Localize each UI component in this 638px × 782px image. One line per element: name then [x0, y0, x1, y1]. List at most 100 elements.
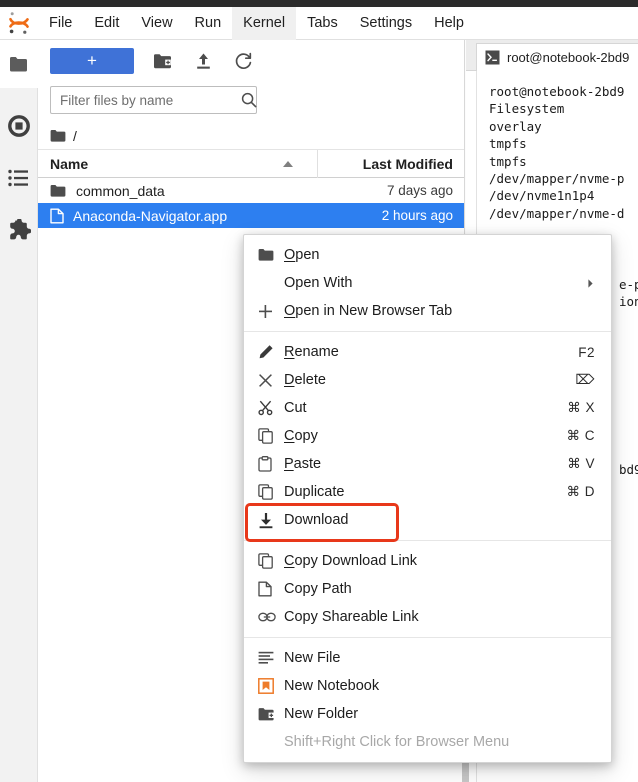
jupyterlab-window: File Edit View Run Kernel Tabs Settings Help	[0, 0, 638, 782]
close-x-icon	[258, 373, 284, 388]
terminal-line: root@notebook-2bd9	[489, 84, 625, 99]
terminal-line: overlay	[489, 118, 542, 134]
terminal-icon	[485, 50, 500, 65]
menu-item-label: Rename	[284, 344, 339, 360]
menu-item-label: Duplicate	[284, 484, 345, 500]
menu-item-shortcut: ⌘ C	[566, 428, 595, 443]
breadcrumb-folder-icon	[50, 129, 67, 143]
column-header-name-label: Name	[50, 155, 89, 172]
sort-ascending-icon	[283, 160, 293, 167]
search-icon	[241, 92, 265, 108]
file-row-modified-label: 7 days ago	[386, 183, 453, 198]
menubar-item-kernel[interactable]: Kernel	[232, 6, 297, 40]
file-list: common_data 7 days ago Anaconda-Navigator.…	[38, 178, 464, 228]
terminal-line-fragment: ion	[619, 294, 638, 310]
menu-item-duplicate[interactable]: Duplicate ⌘ D	[244, 478, 611, 506]
menu-item-new-notebook[interactable]: New Notebook	[244, 672, 611, 700]
column-header-name[interactable]: Name	[38, 149, 318, 178]
terminal-line: /dev/mapper/nvme-d	[489, 205, 625, 221]
menubar-item-view[interactable]: View	[130, 7, 183, 40]
menu-item-new-folder[interactable]: New Folder	[244, 700, 611, 728]
tab-terminal[interactable]: root@notebook-2bd9	[476, 43, 638, 71]
menu-item-new-file[interactable]: New File	[244, 644, 611, 672]
clipboard-icon	[258, 456, 284, 472]
menu-item-copy[interactable]: Copy ⌘ C	[244, 422, 611, 450]
tab-terminal-label: root@notebook-2bd9	[507, 50, 630, 65]
file-row-modified-label: 2 hours ago	[381, 208, 453, 223]
column-header-last-modified[interactable]: Last Modified	[318, 150, 464, 178]
menu-item-shortcut: ⌘ X	[567, 400, 595, 415]
new-launcher-button[interactable]: +	[50, 48, 134, 74]
breadcrumb-path: /	[73, 127, 77, 144]
activity-bar-top	[0, 40, 38, 88]
menu-item-cut[interactable]: Cut ⌘ X	[244, 394, 611, 422]
menu-item-rename[interactable]: Rename F2	[244, 338, 611, 366]
menu-item-shift-right-click-for-browser-menu: Shift+Right Click for Browser Menu	[244, 728, 611, 756]
menu-separator	[244, 540, 611, 541]
search-input[interactable]	[51, 92, 241, 108]
plus-icon	[258, 304, 284, 319]
menu-separator	[244, 637, 611, 638]
file-row-name-cell: common_data	[38, 183, 318, 199]
file-browser-toolbar: +	[38, 40, 464, 82]
folder-icon	[258, 248, 284, 262]
menu-item-open-with[interactable]: Open With	[244, 269, 611, 297]
notebook-icon	[258, 678, 284, 694]
file-filter-box[interactable]	[50, 86, 257, 114]
breadcrumb[interactable]: /	[38, 122, 464, 150]
main-menubar: File Edit View Run Kernel Tabs Settings Help	[0, 6, 638, 40]
terminal-line: /dev/mapper/nvme-p	[489, 171, 625, 187]
menu-item-download[interactable]: Download	[244, 503, 611, 542]
link-icon	[258, 611, 284, 623]
menu-item-label: Download	[284, 512, 349, 528]
commands-list-icon[interactable]	[0, 152, 38, 204]
menu-item-label: Paste	[284, 456, 322, 472]
copy-icon	[258, 553, 284, 569]
menu-item-delete[interactable]: Delete ⌦	[244, 366, 611, 394]
jupyter-logo-icon	[0, 7, 38, 40]
terminal-line: Filesystem	[489, 101, 565, 117]
table-row[interactable]: common_data 7 days ago	[38, 178, 464, 203]
file-browser-icon[interactable]	[9, 56, 29, 73]
menu-item-open-in-new-browser-tab[interactable]: Open in New Browser Tab	[244, 297, 611, 325]
menu-separator	[244, 331, 611, 332]
upload-icon[interactable]	[183, 47, 223, 75]
menu-item-label: Cut	[284, 400, 307, 416]
table-row[interactable]: Anaconda-Navigator.app 2 hours ago	[38, 203, 464, 228]
file-row-name-cell: Anaconda-Navigator.app	[38, 208, 318, 224]
menubar-item-help[interactable]: Help	[423, 7, 475, 40]
menu-item-label: Open With	[284, 275, 353, 291]
activity-bar-items	[0, 100, 38, 256]
new-folder-icon	[258, 707, 284, 722]
menubar-item-file[interactable]: File	[38, 7, 83, 40]
folder-icon	[50, 184, 67, 198]
terminal-line: tmpfs	[489, 136, 527, 152]
menu-item-open[interactable]: Open	[244, 241, 611, 269]
terminal-line-fragment: bd9	[619, 461, 638, 477]
file-list-header: Name Last Modified	[38, 149, 464, 178]
terminal-line-fragment: e-p	[619, 277, 638, 292]
menu-item-shortcut: ⌘ D	[566, 484, 595, 499]
menu-item-copy-path[interactable]: Copy Path	[244, 575, 611, 603]
menu-item-paste[interactable]: Paste ⌘ V	[244, 450, 611, 478]
refresh-icon[interactable]	[223, 47, 263, 75]
copy-icon	[258, 428, 284, 444]
scissors-icon	[258, 400, 284, 416]
menubar-item-edit[interactable]: Edit	[83, 7, 130, 40]
menu-item-shortcut: ⌦	[575, 372, 595, 387]
menu-item-copy-download-link[interactable]: Copy Download Link	[244, 547, 611, 575]
menubar-item-settings[interactable]: Settings	[349, 7, 423, 40]
download-icon	[258, 512, 284, 529]
menu-item-shortcut: ⌘ V	[567, 456, 595, 471]
menu-item-label: Open	[284, 247, 320, 263]
menu-item-shortcut: F2	[578, 344, 595, 360]
menu-item-label: New Folder	[284, 706, 359, 722]
running-terminals-icon[interactable]	[0, 100, 38, 152]
new-folder-icon[interactable]	[143, 47, 183, 75]
extensions-puzzle-icon[interactable]	[0, 204, 38, 256]
menu-item-copy-shareable-link[interactable]: Copy Shareable Link	[244, 603, 611, 631]
terminal-line: tmpfs	[489, 153, 527, 169]
file-context-menu: Open Open With Open in New Browser Tab Rena…	[243, 234, 612, 763]
menubar-item-run[interactable]: Run	[184, 7, 233, 40]
menubar-item-tabs[interactable]: Tabs	[296, 7, 349, 40]
